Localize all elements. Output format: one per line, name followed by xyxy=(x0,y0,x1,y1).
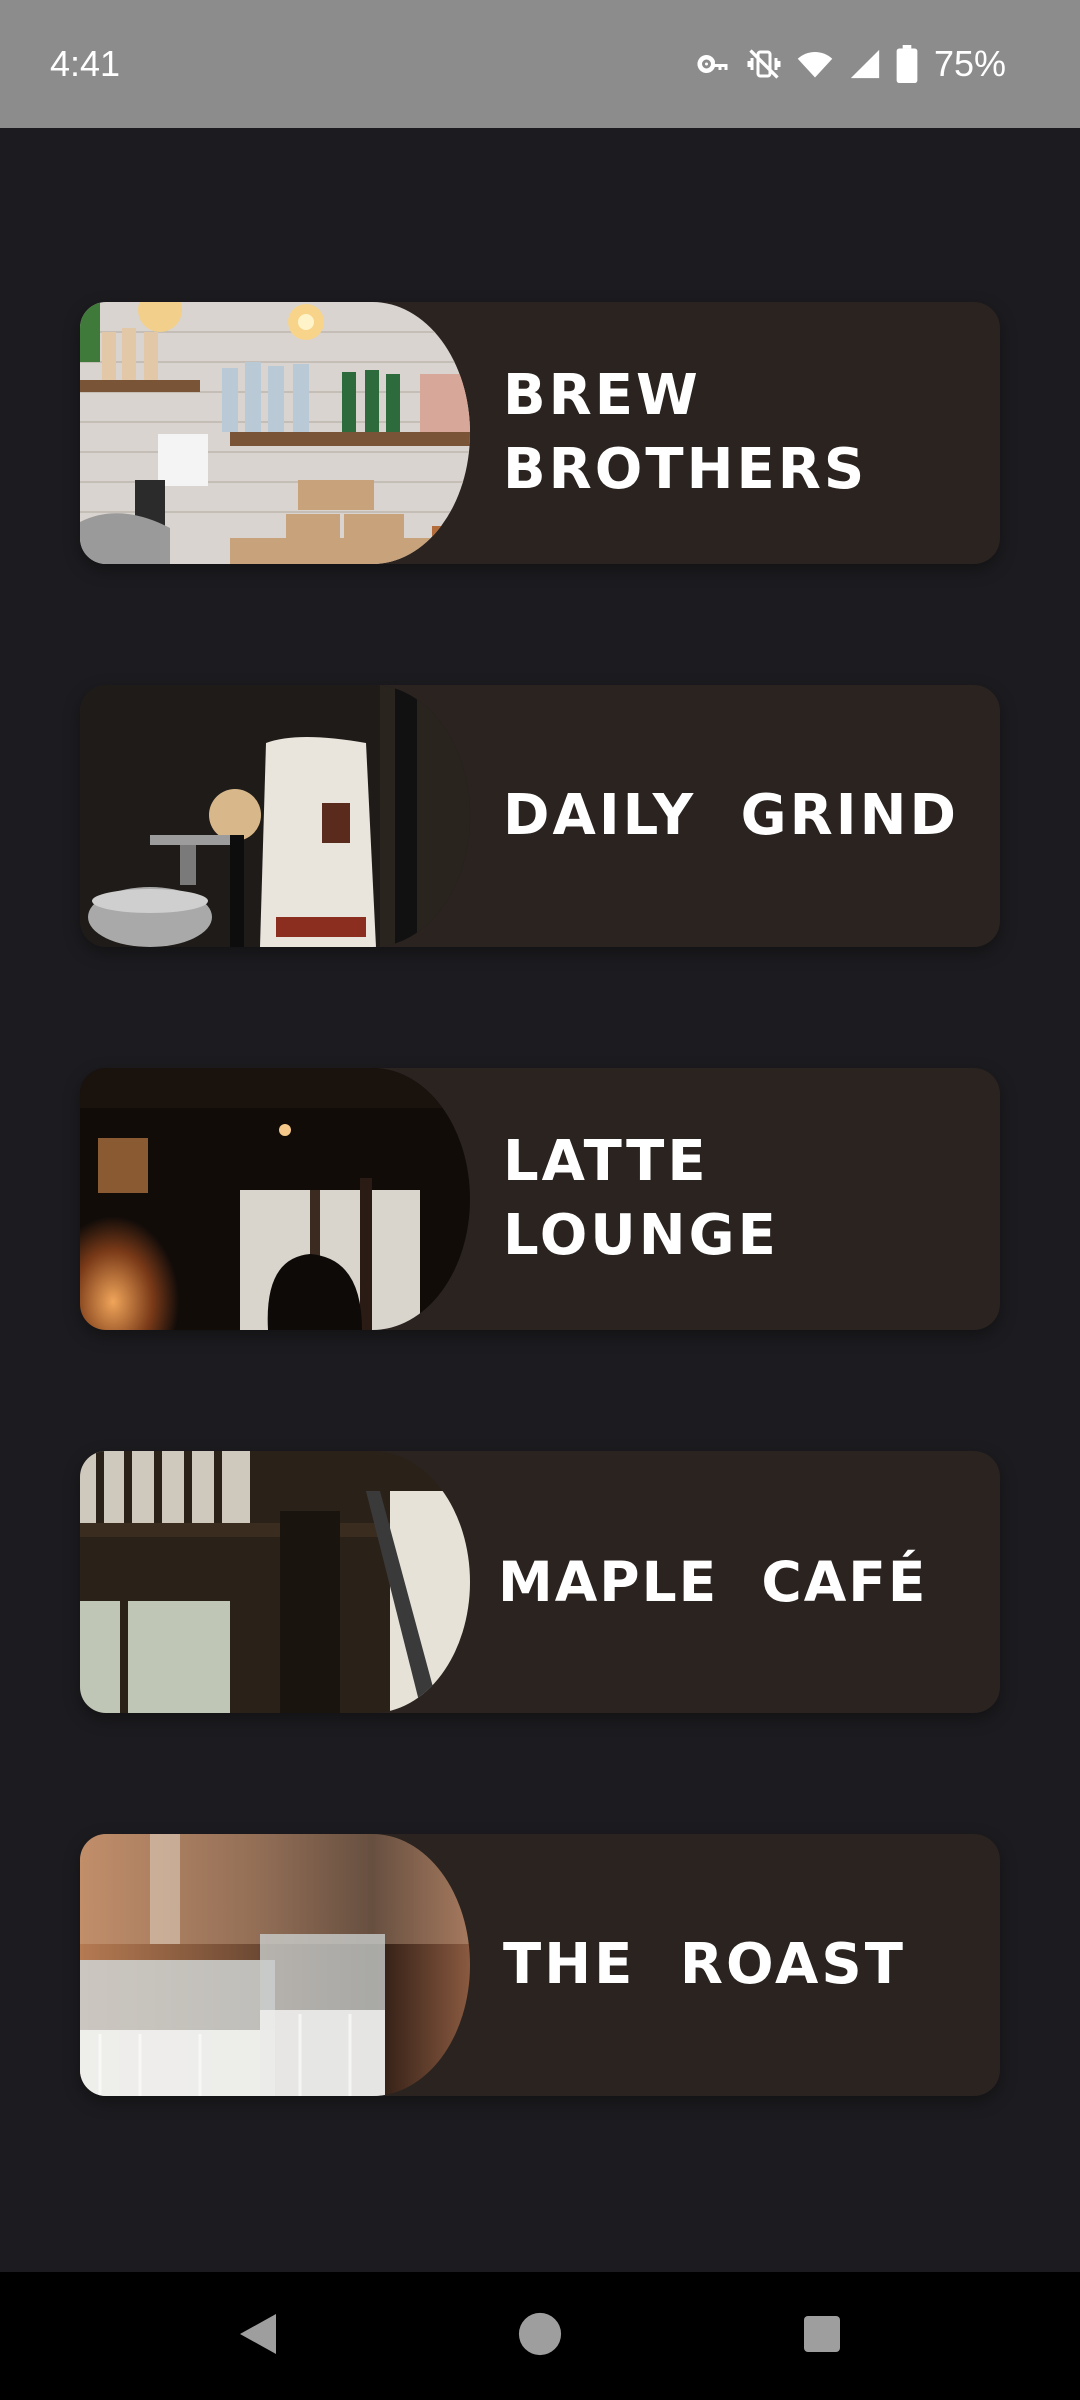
navigation-bar xyxy=(0,2272,1080,2400)
cafe-photo-interior xyxy=(80,1068,470,1330)
cafe-name: LATTE LOUNGE xyxy=(503,1129,779,1268)
cafe-name: MAPLE CAFÉ xyxy=(498,1550,928,1614)
cafe-photo-grinder xyxy=(80,685,470,947)
cafe-name: THE ROAST xyxy=(503,1932,906,1997)
recents-icon xyxy=(802,2314,842,2358)
cafe-card-latte-lounge[interactable]: LATTE LOUNGE xyxy=(80,1068,1000,1330)
cafe-name: DAILY GRIND xyxy=(503,783,959,848)
status-icons: 75% xyxy=(696,0,1006,128)
cell-signal-icon xyxy=(848,46,882,82)
cafe-card-the-roast[interactable]: THE ROAST xyxy=(80,1834,1000,2096)
cafe-card-daily-grind[interactable]: DAILY GRIND xyxy=(80,685,1000,947)
cafe-card-maple-cafe[interactable]: MAPLE CAFÉ xyxy=(80,1451,1000,1713)
battery-percent: 75% xyxy=(933,43,1006,84)
wifi-icon xyxy=(796,46,834,82)
cafe-name: BREW BROTHERS xyxy=(503,363,868,502)
status-bar: 4:41 75% xyxy=(0,0,1080,128)
back-button[interactable] xyxy=(198,2272,318,2400)
home-button[interactable] xyxy=(480,2272,600,2400)
cafe-list: BREW BROTHERS DAILY GRIND LATTE LOUNGE M… xyxy=(80,302,1000,2217)
vpn-key-icon xyxy=(696,46,732,82)
cafe-card-brew-brothers[interactable]: BREW BROTHERS xyxy=(80,302,1000,564)
vibrate-off-icon xyxy=(746,46,782,82)
back-icon xyxy=(236,2310,280,2362)
home-icon xyxy=(517,2311,563,2361)
cafe-photo-glasses xyxy=(80,1834,470,2096)
cafe-photo-windows xyxy=(80,1451,470,1713)
battery-icon xyxy=(896,45,918,83)
recents-button[interactable] xyxy=(762,2272,882,2400)
status-time: 4:41 xyxy=(50,43,121,84)
cafe-photo-shelves xyxy=(80,302,470,564)
